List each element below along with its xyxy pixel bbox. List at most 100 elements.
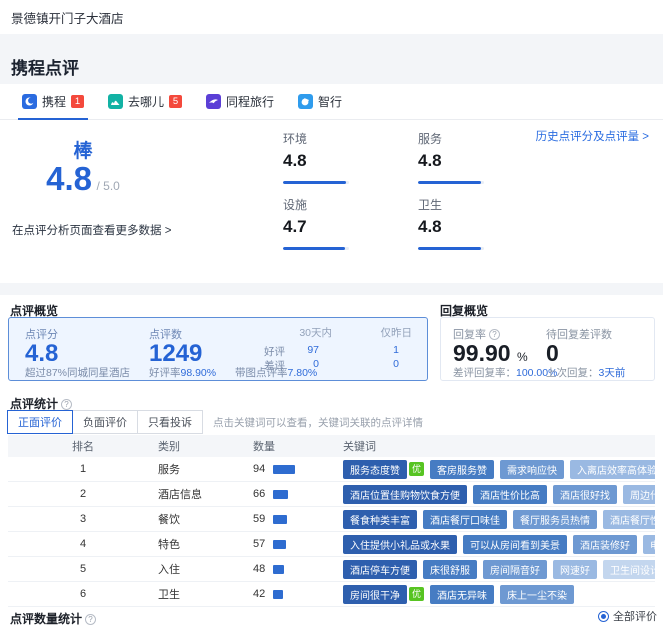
- keyword-chip[interactable]: 酒店很好找: [553, 485, 617, 504]
- zhixing-icon: [298, 94, 313, 109]
- negative-30d: 0: [264, 358, 319, 370]
- tab-zhixing[interactable]: 智行: [296, 84, 344, 119]
- keyword-chip[interactable]: 酒店性价比高: [473, 485, 547, 504]
- metric-environment: 环境 4.8: [283, 130, 423, 184]
- more-data-link[interactable]: 在点评分析页面查看更多数据 >: [12, 222, 171, 238]
- stats-tabbar: 正面评价 负面评价 只看投诉 点击关键词可以查看，关键词关联的点评详情: [8, 410, 423, 434]
- header-keywords: 关键词: [343, 438, 655, 454]
- row-count: 57: [253, 538, 343, 550]
- page-title: 携程点评: [11, 54, 79, 79]
- row-keywords: 餐食种类丰富酒店餐厅口味佳餐厅服务员热情酒店餐厅性价比高餐食有当地特色: [343, 510, 655, 529]
- count-bar: [273, 515, 287, 524]
- keyword-chip[interactable]: 电梯使用体验佳: [643, 535, 655, 554]
- row-count: 48: [253, 563, 343, 575]
- metric-value: 4.8: [283, 151, 423, 171]
- keyword-chip[interactable]: 客房服务赞: [430, 460, 494, 479]
- reply-overview-box: 回复率? 99.90 % 差评回复率：100.00% 待回复差评数 0 上次回复…: [440, 317, 655, 381]
- row-category: 入住: [158, 561, 253, 577]
- tab-tongcheng[interactable]: 同程旅行: [204, 84, 276, 119]
- overview-stats-card: 点评概览 回复概览 点评分 4.8 超过87%同城同星酒店 点评数 1249 好…: [0, 295, 663, 631]
- stats-tab-negative[interactable]: 负面评价: [72, 410, 138, 434]
- stats-tab-positive[interactable]: 正面评价: [7, 410, 73, 434]
- review-filter-radios: 全部评价 好评: [598, 608, 663, 624]
- metric-service: 服务 4.8: [418, 130, 558, 184]
- tab-badge: 1: [71, 95, 84, 108]
- row-rank: 5: [8, 563, 158, 575]
- tab-badge: 5: [169, 95, 182, 108]
- keyword-chip[interactable]: 酒店停车方便: [343, 560, 417, 579]
- keyword-chip[interactable]: 酒店装修好: [573, 535, 637, 554]
- review-overview-box: 点评分 4.8 超过87%同城同星酒店 点评数 1249 好评率98.90% 带…: [8, 317, 428, 381]
- count-bar: [273, 490, 288, 499]
- row-keywords: 入住提供小礼品或水果可以从房间看到美景酒店装修好电梯使用体验佳亲子活动丰富: [343, 535, 655, 554]
- row-category: 服务: [158, 461, 253, 477]
- keyword-chip[interactable]: 床上一尘不染: [500, 585, 574, 604]
- info-icon[interactable]: ?: [85, 614, 96, 625]
- bad-reply-rate: 差评回复率：100.00%: [453, 365, 557, 380]
- keyword-chip[interactable]: 服务态度赞: [343, 460, 407, 479]
- table-row: 6卫生42房间很干净优酒店无异味床上一尘不染: [8, 582, 655, 607]
- tab-ctrip[interactable]: 携程 1: [20, 84, 86, 119]
- info-icon[interactable]: ?: [489, 329, 500, 340]
- keyword-chip[interactable]: 入离店效率高体验好: [570, 460, 655, 479]
- count-bar: [273, 565, 284, 574]
- metric-label: 卫生: [418, 196, 558, 213]
- row-keywords: 房间很干净优酒店无异味床上一尘不染: [343, 585, 655, 604]
- table-row: 3餐饮59餐食种类丰富酒店餐厅口味佳餐厅服务员热情酒店餐厅性价比高餐食有当地特色: [8, 507, 655, 532]
- review-count: 1249: [149, 340, 202, 368]
- channel-tabbar: 携程 1 去哪儿 5 同程旅行 智行: [0, 84, 663, 120]
- keyword-chip[interactable]: 需求响应快: [500, 460, 564, 479]
- keyword-chip[interactable]: 酒店无异味: [430, 585, 494, 604]
- row-category: 卫生: [158, 586, 253, 602]
- ctrip-icon: [22, 94, 37, 109]
- positive-rate: 好评率98.90%: [149, 365, 216, 380]
- tab-label: 智行: [318, 93, 342, 110]
- tab-label: 同程旅行: [226, 93, 274, 110]
- header-rank: 排名: [8, 438, 158, 454]
- info-icon[interactable]: ?: [61, 399, 72, 410]
- last-reply: 上次回复：3天前: [546, 365, 625, 380]
- row-keywords: 服务态度赞优客房服务赞需求响应快入离店效率高体验好接送性价比高: [343, 460, 655, 479]
- score-grade: 棒: [28, 136, 138, 163]
- metric-label: 设施: [283, 196, 423, 213]
- score-max: / 5.0: [96, 179, 119, 193]
- stats-tab-complaints[interactable]: 只看投诉: [137, 410, 203, 434]
- keyword-chip[interactable]: 卫生间设计合理: [603, 560, 655, 579]
- row-count: 94: [253, 463, 343, 475]
- row-rank: 3: [8, 513, 158, 525]
- overall-score: 4.8 / 5.0: [28, 160, 138, 198]
- keyword-chip[interactable]: 入住提供小礼品或水果: [343, 535, 457, 554]
- metric-bar: [283, 247, 349, 250]
- score-value: 4.8: [46, 160, 92, 197]
- pending-count: 0: [546, 340, 559, 367]
- excellent-badge: 优: [409, 462, 424, 476]
- row-keywords: 酒店位置佳购物饮食方便酒店性价比高酒店很好找周边什么都有交通方便: [343, 485, 655, 504]
- keyword-chip[interactable]: 周边什么都有: [623, 485, 655, 504]
- count-bar: [273, 540, 286, 549]
- keyword-chip[interactable]: 房间隔音好: [483, 560, 547, 579]
- keyword-chip[interactable]: 酒店位置佳购物饮食方便: [343, 485, 467, 504]
- col-header-1d: 仅昨日: [357, 325, 412, 340]
- score-note: 超过87%同城同星酒店: [25, 365, 130, 380]
- keyword-chip[interactable]: 可以从房间看到美景: [463, 535, 567, 554]
- table-row: 2酒店信息66酒店位置佳购物饮食方便酒店性价比高酒店很好找周边什么都有交通方便: [8, 482, 655, 507]
- radio-all-reviews[interactable]: 全部评价: [598, 608, 657, 624]
- reply-rate: 99.90 %: [453, 340, 528, 367]
- radio-icon: [598, 611, 609, 622]
- tab-label: 去哪儿: [128, 93, 164, 110]
- row-rank: 6: [8, 588, 158, 600]
- table-row: 4特色57入住提供小礼品或水果可以从房间看到美景酒店装修好电梯使用体验佳亲子活动…: [8, 532, 655, 557]
- keyword-chip[interactable]: 床很舒服: [423, 560, 477, 579]
- row-keywords: 酒店停车方便床很舒服房间隔音好网速好卫生间设计合理: [343, 560, 655, 579]
- keyword-chip[interactable]: 餐厅服务员热情: [513, 510, 597, 529]
- metric-value: 4.8: [418, 217, 558, 237]
- keyword-chip[interactable]: 房间很干净: [343, 585, 407, 604]
- keyword-chip[interactable]: 网速好: [553, 560, 597, 579]
- row-count: 42: [253, 588, 343, 600]
- metric-label: 环境: [283, 130, 423, 147]
- top-bar: 景德镇开门子大酒店: [0, 0, 663, 34]
- keyword-chip[interactable]: 酒店餐厅口味佳: [423, 510, 507, 529]
- keyword-chip[interactable]: 餐食种类丰富: [343, 510, 417, 529]
- tab-qunar[interactable]: 去哪儿 5: [106, 84, 184, 119]
- keyword-chip[interactable]: 酒店餐厅性价比高: [603, 510, 655, 529]
